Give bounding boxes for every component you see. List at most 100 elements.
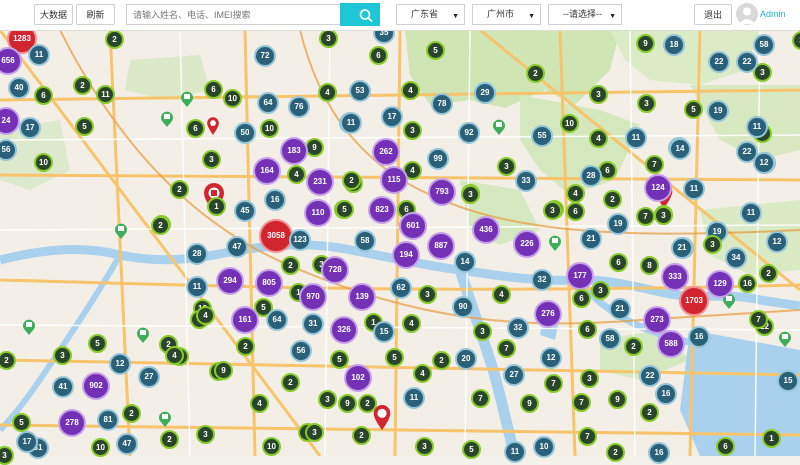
- cluster-marker[interactable]: 6: [609, 253, 628, 272]
- cluster-marker[interactable]: 276: [534, 300, 562, 328]
- cluster-marker[interactable]: 47: [226, 236, 248, 258]
- cluster-marker[interactable]: 4: [250, 394, 269, 413]
- cluster-marker[interactable]: 16: [264, 189, 286, 211]
- cluster-marker[interactable]: 887: [427, 232, 455, 260]
- cluster-marker[interactable]: 3: [415, 437, 434, 456]
- cluster-marker[interactable]: 12: [766, 231, 788, 253]
- cluster-marker[interactable]: 2: [526, 64, 545, 83]
- cluster-marker[interactable]: 15: [373, 321, 395, 343]
- cluster-marker[interactable]: 4: [402, 314, 421, 333]
- cluster-marker[interactable]: 5: [462, 440, 481, 459]
- cluster-marker[interactable]: 20: [455, 348, 477, 370]
- cluster-marker[interactable]: 58: [599, 328, 621, 350]
- cluster-marker[interactable]: 3: [637, 94, 656, 113]
- cluster-marker[interactable]: 3: [403, 121, 422, 140]
- cluster-marker[interactable]: 5: [426, 41, 445, 60]
- cluster-marker[interactable]: 177: [566, 262, 594, 290]
- cluster-marker[interactable]: 4: [318, 83, 337, 102]
- cluster-marker[interactable]: 194: [392, 241, 420, 269]
- cluster-marker[interactable]: 102: [344, 364, 372, 392]
- cluster-marker[interactable]: 6: [186, 119, 205, 138]
- cluster-marker[interactable]: 823: [368, 196, 396, 224]
- cluster-marker[interactable]: 3: [196, 425, 215, 444]
- cluster-marker[interactable]: 41: [52, 376, 74, 398]
- cluster-marker[interactable]: 728: [321, 256, 349, 284]
- cluster-marker[interactable]: 4: [287, 165, 306, 184]
- cluster-marker[interactable]: 11: [403, 387, 425, 409]
- cluster-marker[interactable]: 99: [427, 148, 449, 170]
- cluster-marker[interactable]: 40: [8, 77, 30, 99]
- cluster-marker[interactable]: 1: [207, 197, 226, 216]
- cluster-marker[interactable]: 5: [12, 413, 31, 432]
- cluster-marker[interactable]: 333: [661, 263, 689, 291]
- cluster-marker[interactable]: 16: [655, 383, 677, 405]
- refresh-button[interactable]: 刷新: [76, 4, 115, 25]
- cluster-marker[interactable]: 3: [418, 285, 437, 304]
- cluster-marker[interactable]: 11: [96, 85, 115, 104]
- cluster-marker[interactable]: 226: [513, 230, 541, 258]
- cluster-marker[interactable]: 231: [306, 168, 334, 196]
- cluster-marker[interactable]: 2: [342, 171, 361, 190]
- cluster-marker[interactable]: 1703: [679, 286, 709, 316]
- cluster-marker[interactable]: 9: [636, 34, 655, 53]
- cluster-marker[interactable]: 1: [762, 429, 781, 448]
- cluster-marker[interactable]: 4: [165, 346, 184, 365]
- cluster-marker[interactable]: 55: [531, 125, 553, 147]
- cluster-marker[interactable]: 11: [340, 112, 362, 134]
- cluster-marker[interactable]: 7: [636, 207, 655, 226]
- cluster-marker[interactable]: 3: [654, 206, 673, 225]
- cluster-marker[interactable]: 19: [707, 100, 729, 122]
- cluster-marker[interactable]: 22: [708, 51, 730, 73]
- cluster-marker[interactable]: 17: [19, 117, 41, 139]
- cluster-marker[interactable]: 3: [497, 157, 516, 176]
- cluster-marker[interactable]: 14: [454, 251, 476, 273]
- cluster-marker[interactable]: 64: [257, 92, 279, 114]
- cluster-marker[interactable]: 3: [318, 390, 337, 409]
- cluster-marker[interactable]: 793: [428, 178, 456, 206]
- city-select[interactable]: 广州市 ▼: [472, 4, 541, 25]
- cluster-marker[interactable]: 326: [330, 316, 358, 344]
- cluster-marker[interactable]: 11: [740, 202, 762, 224]
- cluster-marker[interactable]: 110: [304, 199, 332, 227]
- cluster-marker[interactable]: 12: [753, 152, 775, 174]
- cluster-marker[interactable]: 9: [214, 361, 233, 380]
- map-canvas[interactable]: 1283 656 11 40 6 2 11 24 17 5 56 10 28 2…: [0, 22, 800, 465]
- cluster-marker[interactable]: 7: [645, 155, 664, 174]
- district-select[interactable]: --请选择-- ▼: [548, 4, 622, 25]
- cluster-marker[interactable]: 4: [589, 129, 608, 148]
- cluster-marker[interactable]: 31: [302, 313, 324, 335]
- cluster-marker[interactable]: 32: [531, 269, 553, 291]
- cluster-marker[interactable]: 10: [262, 437, 281, 456]
- cluster-marker[interactable]: 161: [231, 306, 259, 334]
- cluster-marker[interactable]: 10: [34, 153, 53, 172]
- cluster-marker[interactable]: 2: [606, 443, 625, 462]
- cluster-marker[interactable]: 11: [186, 276, 208, 298]
- cluster-marker[interactable]: 50: [234, 122, 256, 144]
- cluster-marker[interactable]: 58: [753, 34, 775, 56]
- cluster-marker[interactable]: 18: [663, 34, 685, 56]
- cluster-marker[interactable]: 56: [290, 340, 312, 362]
- cluster-marker[interactable]: 2: [603, 190, 622, 209]
- cluster-marker[interactable]: 970: [299, 283, 327, 311]
- cluster-marker[interactable]: 22: [736, 51, 758, 73]
- cluster-marker[interactable]: 11: [625, 127, 647, 149]
- cluster-marker[interactable]: 3058: [259, 219, 293, 253]
- cluster-marker[interactable]: 22: [639, 365, 661, 387]
- cluster-marker[interactable]: 10: [560, 114, 579, 133]
- search-input[interactable]: [126, 4, 340, 25]
- cluster-marker[interactable]: 3: [473, 322, 492, 341]
- cluster-marker[interactable]: 4: [492, 285, 511, 304]
- cluster-marker[interactable]: 3: [319, 29, 338, 48]
- cluster-marker[interactable]: 2: [281, 256, 300, 275]
- cluster-marker[interactable]: 21: [609, 298, 631, 320]
- cluster-marker[interactable]: 6: [578, 320, 597, 339]
- cluster-marker[interactable]: 72: [254, 45, 276, 67]
- cluster-marker[interactable]: 2: [281, 373, 300, 392]
- cluster-marker[interactable]: 7: [544, 374, 563, 393]
- cluster-marker[interactable]: 2: [640, 403, 659, 422]
- cluster-marker[interactable]: 11: [28, 44, 50, 66]
- cluster-marker[interactable]: 19: [607, 213, 629, 235]
- cluster-marker[interactable]: 62: [390, 277, 412, 299]
- cluster-marker[interactable]: 10: [533, 436, 555, 458]
- cluster-marker[interactable]: 262: [372, 138, 400, 166]
